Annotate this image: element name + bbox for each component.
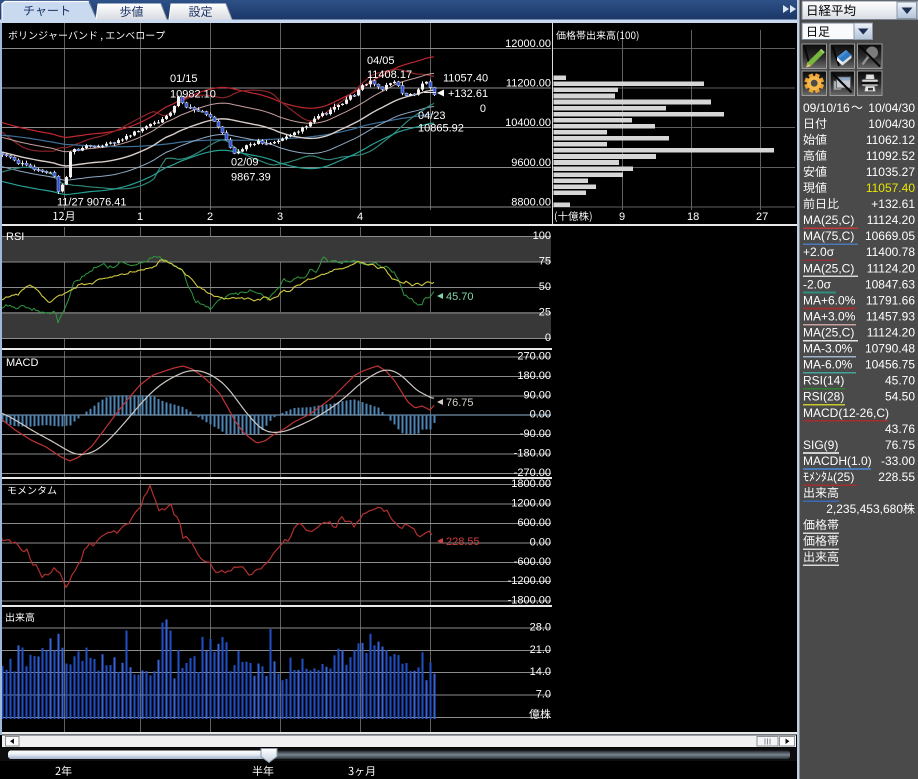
svg-text:75: 75	[539, 256, 551, 268]
svg-text:3: 3	[277, 211, 283, 223]
svg-text:10847.63: 10847.63	[865, 277, 915, 291]
svg-text:01/15: 01/15	[170, 73, 198, 85]
svg-text:MACD: MACD	[6, 357, 38, 369]
svg-text:10456.75: 10456.75	[865, 358, 915, 372]
svg-text:45.70: 45.70	[446, 291, 474, 303]
svg-text:228.55: 228.55	[878, 470, 915, 484]
svg-text:54.50: 54.50	[885, 390, 915, 404]
svg-text:9600.00: 9600.00	[511, 157, 551, 169]
svg-text:14.0: 14.0	[530, 666, 551, 678]
svg-text:10669.05: 10669.05	[865, 229, 915, 243]
svg-text:9: 9	[619, 211, 625, 223]
svg-text:11457.93: 11457.93	[866, 309, 915, 323]
svg-text:SIG(9): SIG(9)	[803, 438, 838, 452]
svg-text:MA(25,C): MA(25,C)	[803, 261, 854, 275]
svg-text:28.0: 28.0	[530, 621, 551, 633]
svg-text:0: 0	[480, 103, 486, 115]
svg-text:+2.0σ: +2.0σ	[803, 245, 835, 259]
svg-text:11057.40: 11057.40	[866, 181, 915, 195]
svg-text:MA(25,C): MA(25,C)	[803, 213, 854, 227]
svg-text:10/04/30: 10/04/30	[868, 117, 915, 131]
svg-text:1: 1	[137, 211, 143, 223]
svg-text:MA(75,C): MA(75,C)	[803, 229, 854, 243]
svg-text:600.00: 600.00	[517, 517, 551, 529]
svg-text:11124.20: 11124.20	[867, 261, 916, 275]
svg-text:0.00: 0.00	[530, 536, 551, 548]
svg-text:-600.00: -600.00	[514, 556, 551, 568]
svg-text:04/05: 04/05	[367, 55, 395, 67]
svg-text:-90.00: -90.00	[520, 428, 551, 440]
svg-text:1800.00: 1800.00	[511, 478, 551, 490]
svg-text:180.00: 180.00	[517, 370, 551, 382]
svg-text:-33.00: -33.00	[881, 454, 915, 468]
svg-text:11092.52: 11092.52	[866, 149, 915, 163]
svg-text:90.00: 90.00	[523, 389, 551, 401]
svg-text:RSI(14): RSI(14)	[803, 374, 844, 388]
svg-text:0: 0	[545, 332, 551, 344]
svg-text:45.70: 45.70	[885, 374, 915, 388]
svg-text:2,235,453,680: 2,235,453,680	[826, 502, 903, 516]
svg-text:-1200.00: -1200.00	[508, 575, 551, 587]
svg-text:MA+6.0%: MA+6.0%	[803, 293, 856, 307]
svg-text:11062.12: 11062.12	[866, 133, 915, 147]
svg-text:MA+3.0%: MA+3.0%	[803, 309, 856, 323]
svg-text:7.0: 7.0	[536, 689, 551, 701]
svg-text:11/27 9076.41: 11/27 9076.41	[57, 197, 127, 209]
svg-text:-180.00: -180.00	[514, 448, 551, 460]
svg-text:11035.27: 11035.27	[866, 165, 915, 179]
svg-text:11408.17: 11408.17	[367, 69, 412, 81]
svg-text:10/04/30: 10/04/30	[868, 101, 915, 115]
svg-text:+132.61: +132.61	[871, 197, 915, 211]
svg-text:21.0: 21.0	[530, 644, 551, 656]
svg-text:18: 18	[687, 211, 699, 223]
svg-text:MACD(12-26,C): MACD(12-26,C)	[803, 406, 889, 420]
svg-text:02/09: 02/09	[231, 157, 259, 169]
svg-text:11057.40: 11057.40	[443, 73, 488, 85]
svg-text:MA-3.0%: MA-3.0%	[803, 342, 853, 356]
svg-text:8800.00: 8800.00	[511, 196, 551, 208]
svg-text:100: 100	[533, 230, 551, 242]
svg-text:-2.0σ: -2.0σ	[803, 277, 832, 291]
svg-text:(25): (25)	[833, 470, 854, 484]
svg-text:76.75: 76.75	[885, 438, 915, 452]
svg-text:43.76: 43.76	[885, 422, 915, 436]
svg-text:12000.00: 12000.00	[505, 38, 551, 50]
svg-text:09/10/16: 09/10/16	[803, 101, 850, 115]
svg-text:10400.00: 10400.00	[505, 117, 551, 129]
svg-text:MA-6.0%: MA-6.0%	[803, 358, 853, 372]
svg-text:2: 2	[207, 211, 213, 223]
svg-text:50: 50	[539, 281, 551, 293]
svg-text:27: 27	[756, 211, 768, 223]
svg-text:10865.92: 10865.92	[418, 123, 464, 135]
svg-text:11400.78: 11400.78	[866, 245, 915, 259]
svg-text:25: 25	[539, 307, 551, 319]
svg-text:0.00: 0.00	[530, 409, 551, 421]
svg-text:04/23: 04/23	[418, 110, 446, 122]
svg-text:MACDH(1.0): MACDH(1.0)	[803, 454, 872, 468]
svg-text:RSI: RSI	[6, 231, 24, 243]
svg-text:228.55: 228.55	[446, 536, 480, 548]
svg-text:270.00: 270.00	[517, 351, 551, 363]
svg-text:11124.20: 11124.20	[867, 326, 916, 340]
svg-text:11200.00: 11200.00	[506, 78, 551, 90]
svg-text:9867.39: 9867.39	[231, 172, 271, 184]
svg-text:11124.20: 11124.20	[867, 213, 916, 227]
svg-text:+132.61: +132.61	[448, 88, 488, 100]
svg-text:1200.00: 1200.00	[511, 498, 551, 510]
svg-text:11791.66: 11791.66	[866, 293, 915, 307]
svg-text:10982.10: 10982.10	[170, 89, 216, 101]
svg-text:-1800.00: -1800.00	[508, 595, 551, 607]
svg-text:MA(25,C): MA(25,C)	[803, 326, 854, 340]
svg-text:RSI(28): RSI(28)	[803, 390, 844, 404]
svg-text:10790.48: 10790.48	[865, 342, 915, 356]
svg-text:4: 4	[357, 211, 363, 223]
svg-text:76.75: 76.75	[446, 397, 474, 409]
